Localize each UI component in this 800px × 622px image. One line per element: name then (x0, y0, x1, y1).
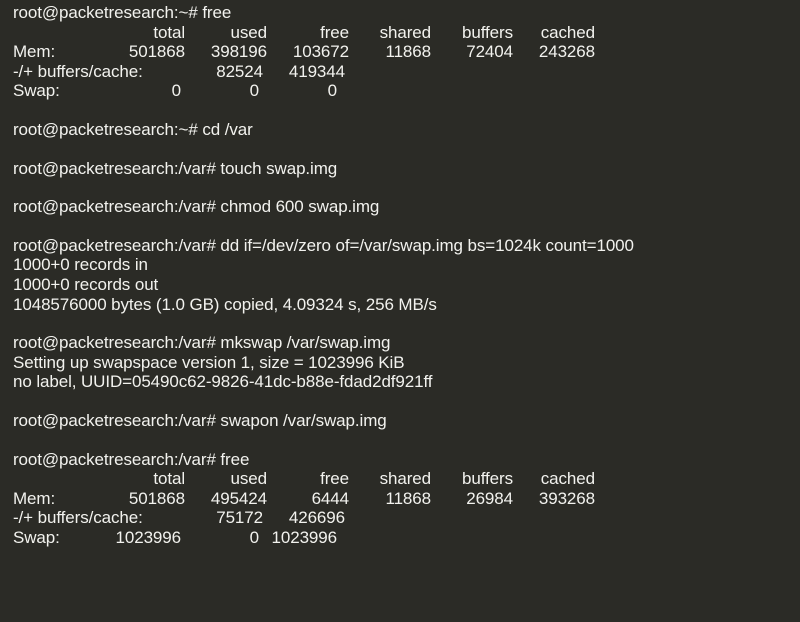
column-header-shared: shared (349, 469, 431, 489)
command-line: root@packetresearch:/var# free (13, 450, 800, 470)
cell-total: 0 (103, 81, 181, 101)
column-header-buffers: buffers (431, 469, 513, 489)
command-line: root@packetresearch:~# cd /var (13, 120, 800, 140)
table-row: Swap:000 (13, 81, 800, 101)
cell-shared: 11868 (349, 489, 431, 509)
cell-buffers: 26984 (431, 489, 513, 509)
cell-free: 1023996 (259, 528, 337, 548)
shell-prompt: root@packetresearch:/var# (13, 450, 216, 469)
cell-free: 426696 (263, 508, 345, 528)
cell-used: 82524 (181, 62, 263, 82)
column-header-total: total (103, 23, 185, 43)
command-text: dd if=/dev/zero of=/var/swap.img bs=1024… (220, 236, 633, 255)
cell-cached: 393268 (513, 489, 595, 509)
column-header-used: used (185, 23, 267, 43)
terminal-block-mkswap-swapimg: root@packetresearch:/var# mkswap /var/sw… (13, 333, 800, 392)
command-line: root@packetresearch:~# free (13, 3, 800, 23)
table-row: -/+ buffers/cache:75172426696 (13, 508, 800, 528)
table-row: Mem:50186849542464441186826984393268 (13, 489, 800, 509)
row-label-mem: Mem: (13, 42, 103, 62)
shell-prompt: root@packetresearch:~# (13, 3, 198, 22)
cell-used: 398196 (185, 42, 267, 62)
row-label-mem: Mem: (13, 489, 103, 509)
output-line: 1048576000 bytes (1.0 GB) copied, 4.0932… (13, 295, 800, 315)
terminal-block-dd-swapimg: root@packetresearch:/var# dd if=/dev/zer… (13, 236, 800, 314)
command-text: touch swap.img (220, 159, 337, 178)
terminal-block-chmod-swapimg: root@packetresearch:/var# chmod 600 swap… (13, 197, 800, 217)
command-line: root@packetresearch:/var# touch swap.img (13, 159, 800, 179)
terminal-window[interactable]: root@packetresearch:~# free totalusedfre… (0, 0, 800, 622)
command-text: free (220, 450, 249, 469)
cell-free: 419344 (263, 62, 345, 82)
cell-used: 0 (181, 528, 259, 548)
terminal-block-free-before: root@packetresearch:~# free totalusedfre… (13, 3, 800, 101)
shell-prompt: root@packetresearch:/var# (13, 236, 216, 255)
command-line: root@packetresearch:/var# mkswap /var/sw… (13, 333, 800, 353)
row-label-swap: Swap: (13, 528, 103, 548)
column-header-cached: cached (513, 23, 595, 43)
free-table-header: totalusedfreesharedbufferscached (13, 469, 800, 489)
output-line: 1000+0 records in (13, 255, 800, 275)
table-row: Mem:5018683981961036721186872404243268 (13, 42, 800, 62)
output-line: 1000+0 records out (13, 275, 800, 295)
shell-prompt: root@packetresearch:/var# (13, 197, 216, 216)
column-header-buffers: buffers (431, 23, 513, 43)
terminal-block-touch-swapimg: root@packetresearch:/var# touch swap.img (13, 159, 800, 179)
terminal-block-swapon-swapimg: root@packetresearch:/var# swapon /var/sw… (13, 411, 800, 431)
cell-total: 501868 (103, 489, 185, 509)
command-line: root@packetresearch:/var# dd if=/dev/zer… (13, 236, 800, 256)
cell-used: 0 (181, 81, 259, 101)
cell-used: 495424 (185, 489, 267, 509)
column-header-shared: shared (349, 23, 431, 43)
cell-free: 0 (259, 81, 337, 101)
cell-used: 75172 (181, 508, 263, 528)
shell-prompt: root@packetresearch:~# (13, 120, 198, 139)
command-text: free (202, 3, 231, 22)
column-header-used: used (185, 469, 267, 489)
shell-prompt: root@packetresearch:/var# (13, 411, 216, 430)
row-label-buffers-cache: -/+ buffers/cache: (13, 62, 181, 82)
shell-prompt: root@packetresearch:/var# (13, 333, 216, 352)
cell-total: 1023996 (103, 528, 181, 548)
terminal-block-free-after: root@packetresearch:/var# free totalused… (13, 450, 800, 548)
command-line: root@packetresearch:/var# swapon /var/sw… (13, 411, 800, 431)
cell-free: 6444 (267, 489, 349, 509)
shell-prompt: root@packetresearch:/var# (13, 159, 216, 178)
column-header-free: free (267, 23, 349, 43)
row-label-buffers-cache: -/+ buffers/cache: (13, 508, 181, 528)
cell-shared: 11868 (349, 42, 431, 62)
output-line: Setting up swapspace version 1, size = 1… (13, 353, 800, 373)
column-header-free: free (267, 469, 349, 489)
row-label-swap: Swap: (13, 81, 103, 101)
cell-total: 501868 (103, 42, 185, 62)
column-header-cached: cached (513, 469, 595, 489)
cell-free: 103672 (267, 42, 349, 62)
command-text: chmod 600 swap.img (220, 197, 379, 216)
table-row: Swap:102399601023996 (13, 528, 800, 548)
column-header-total: total (103, 469, 185, 489)
output-line-uuid: no label, UUID=05490c62-9826-41dc-b88e-f… (13, 372, 800, 392)
command-text: cd /var (202, 120, 252, 139)
free-table-header: totalusedfreesharedbufferscached (13, 23, 800, 43)
command-line: root@packetresearch:/var# chmod 600 swap… (13, 197, 800, 217)
cell-buffers: 72404 (431, 42, 513, 62)
command-text: mkswap /var/swap.img (220, 333, 390, 352)
table-row: -/+ buffers/cache:82524419344 (13, 62, 800, 82)
command-text: swapon /var/swap.img (220, 411, 386, 430)
cell-cached: 243268 (513, 42, 595, 62)
terminal-block-cd-var: root@packetresearch:~# cd /var (13, 120, 800, 140)
